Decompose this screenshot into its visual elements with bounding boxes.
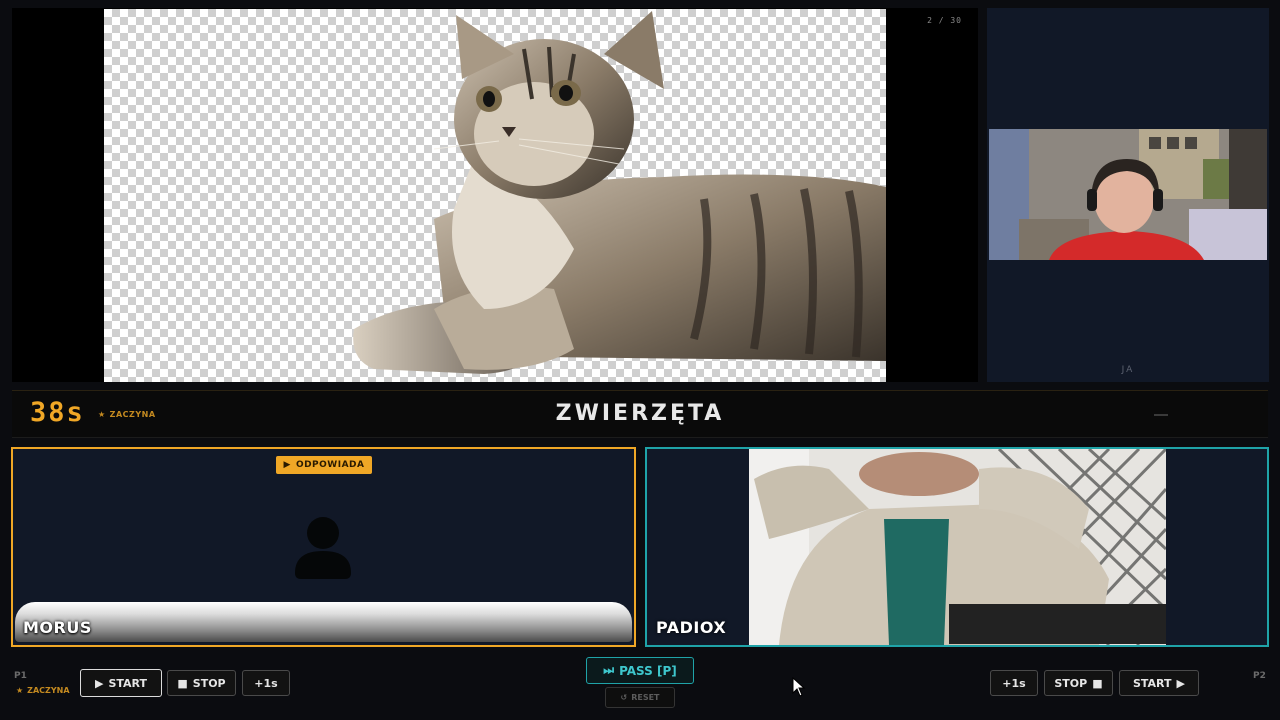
pass-button[interactable]: ⏭ PASS [P] — [586, 657, 694, 684]
player2-tag: P2 — [1253, 671, 1266, 681]
reset-icon: ↺ — [620, 693, 628, 702]
reset-button[interactable]: ↺ RESET — [605, 687, 675, 708]
player2-stop-button[interactable]: STOP ■ — [1044, 670, 1113, 696]
player1-starts-indicator: ★ ZACZYNA — [16, 686, 70, 695]
player1-starts-label: ZACZYNA — [27, 686, 70, 695]
divider — [1154, 414, 1168, 416]
player2-panel: PADIOX — [645, 447, 1269, 647]
play-icon: ▶ — [1176, 676, 1186, 690]
player1-tag: P1 — [14, 671, 27, 681]
player2-camera-feed — [749, 449, 1166, 645]
player1-stop-button[interactable]: ■ STOP — [167, 670, 236, 696]
player1-add-second-button[interactable]: +1s — [242, 670, 290, 696]
player2-start-label: START — [1132, 676, 1172, 690]
star-icon: ★ — [16, 686, 24, 695]
question-image — [104, 9, 886, 382]
answering-label: ODPOWIADA — [295, 460, 365, 470]
play-icon: ▶ — [94, 676, 104, 690]
player1-name: MORUS — [23, 618, 92, 637]
reset-label: RESET — [631, 693, 660, 702]
player1-add-second-label: +1s — [254, 676, 278, 690]
player1-panel: ▶ ODPOWIADA MORUS — [11, 447, 636, 647]
self-camera-feed — [989, 129, 1267, 260]
player1-start-button[interactable]: ▶ START — [80, 669, 162, 697]
cat-illustration — [353, 11, 886, 374]
person-icon — [295, 517, 351, 579]
answering-badge: ▶ ODPOWIADA — [276, 456, 372, 474]
player1-start-label: START — [108, 676, 148, 690]
stop-icon: ■ — [1092, 676, 1103, 690]
player1-stop-label: STOP — [192, 676, 226, 690]
player2-add-second-button[interactable]: +1s — [990, 670, 1038, 696]
stop-icon: ■ — [177, 676, 188, 690]
player2-name: PADIOX — [656, 618, 727, 637]
image-stage: 2 / 30 — [12, 8, 978, 382]
player2-add-second-label: +1s — [1002, 676, 1026, 690]
cursor-icon — [792, 677, 806, 697]
category-title: ZWIERZĘTA — [555, 401, 725, 426]
player2-start-button[interactable]: START ▶ — [1119, 670, 1199, 696]
pass-label: PASS [P] — [619, 663, 677, 678]
self-camera-panel: JA — [987, 8, 1269, 382]
player1-namebar — [15, 602, 632, 642]
player2-stop-label: STOP — [1054, 676, 1088, 690]
category-bar: 38s ★ ZACZYNA ZWIERZĘTA — [12, 390, 1268, 438]
fast-forward-icon: ⏭ — [603, 663, 615, 677]
image-counter: 2 / 30 — [927, 16, 962, 25]
self-camera-label: JA — [1121, 365, 1135, 375]
play-icon: ▶ — [283, 460, 291, 470]
